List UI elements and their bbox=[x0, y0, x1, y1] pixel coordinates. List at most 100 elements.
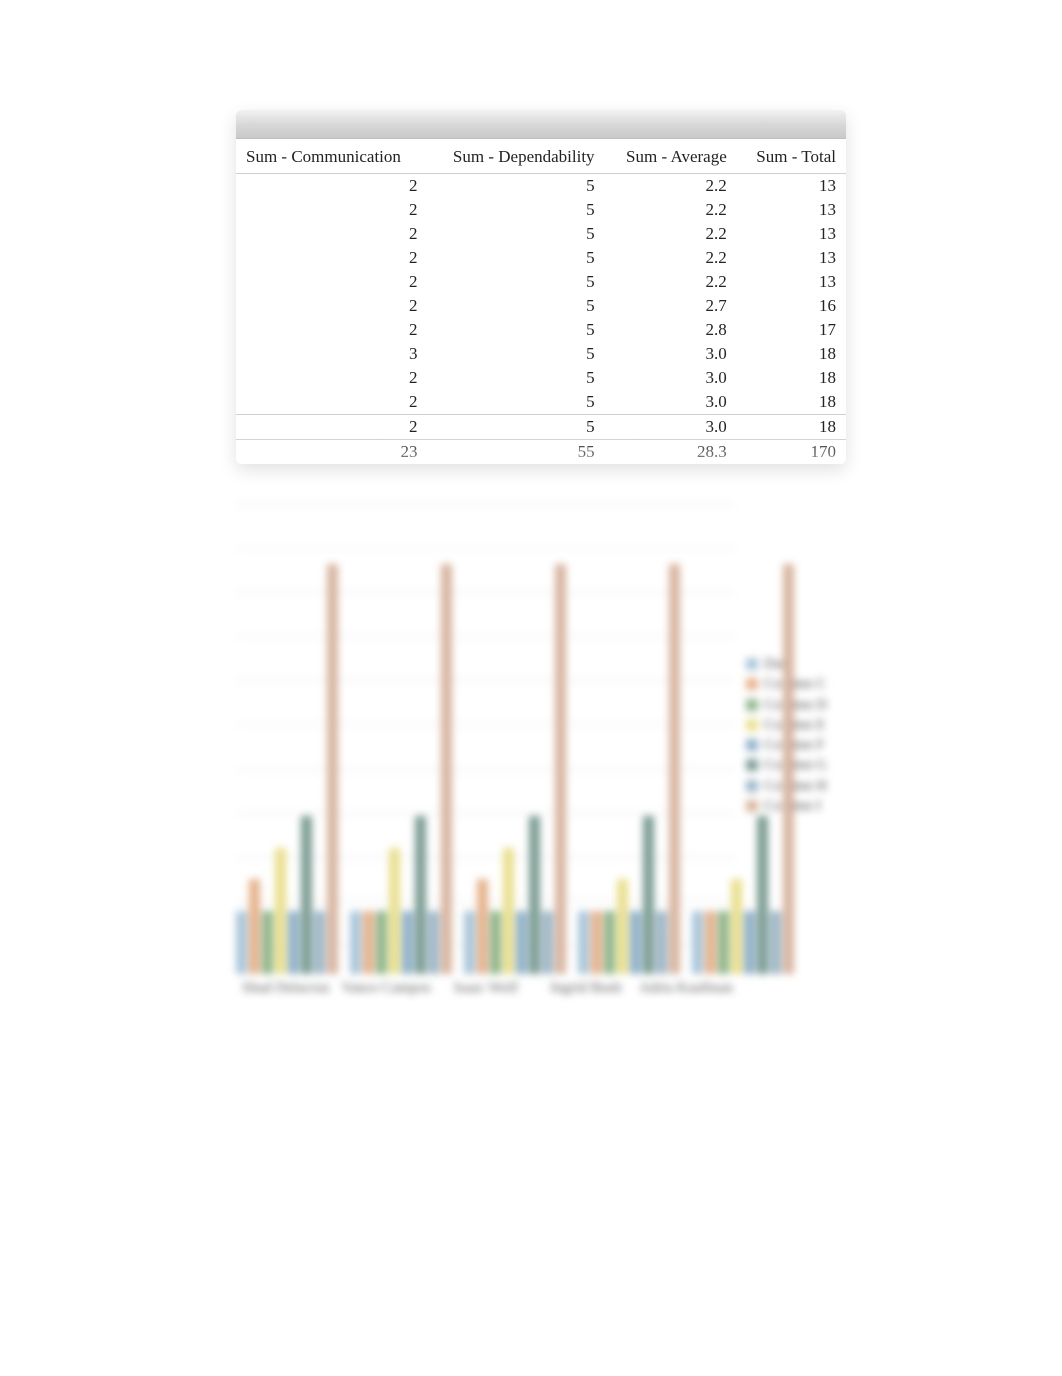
bar-chart: DataColumn CColumn DColumn EColumn FColu… bbox=[236, 504, 846, 974]
bar bbox=[363, 911, 374, 974]
table-cell: 2 bbox=[236, 246, 428, 270]
bar bbox=[591, 911, 602, 974]
bar bbox=[692, 911, 703, 974]
table-cell: 5 bbox=[428, 174, 605, 199]
bar bbox=[705, 911, 716, 974]
bar bbox=[604, 911, 615, 974]
bar bbox=[516, 911, 527, 974]
table-cell: 2.2 bbox=[605, 198, 737, 222]
table-cell: 2 bbox=[236, 222, 428, 246]
table-cell: 3.0 bbox=[605, 390, 737, 415]
table-cell: 3 bbox=[236, 342, 428, 366]
table-cell: 18 bbox=[737, 342, 846, 366]
x-tick-label: Adria Kaufman bbox=[636, 974, 736, 997]
bar bbox=[731, 879, 742, 974]
col-header: Sum - Total bbox=[737, 139, 846, 174]
table-row: 252.817 bbox=[236, 318, 846, 342]
table-row: 252.213 bbox=[236, 270, 846, 294]
bar bbox=[656, 911, 667, 974]
table-cell: 2 bbox=[236, 294, 428, 318]
table-cell: 13 bbox=[737, 270, 846, 294]
bar bbox=[236, 911, 247, 974]
table-cell: 17 bbox=[737, 318, 846, 342]
bar bbox=[262, 911, 273, 974]
table-cell: 2.7 bbox=[605, 294, 737, 318]
table-header-row: Sum - Communication Sum - Dependability … bbox=[236, 139, 846, 174]
table-cell: 13 bbox=[737, 246, 846, 270]
table-cell: 13 bbox=[737, 222, 846, 246]
x-tick-label: Ingrid Bush bbox=[536, 974, 636, 997]
table-cell: 13 bbox=[737, 174, 846, 199]
table-cell: 2.2 bbox=[605, 246, 737, 270]
bar bbox=[643, 816, 654, 974]
table-cell: 5 bbox=[428, 198, 605, 222]
bar bbox=[428, 911, 439, 974]
bar bbox=[402, 911, 413, 974]
table-row: 353.018 bbox=[236, 342, 846, 366]
bar bbox=[249, 879, 260, 974]
bar bbox=[301, 816, 312, 974]
table-cell: 2.2 bbox=[605, 174, 737, 199]
table-cell: 2 bbox=[236, 174, 428, 199]
table-cell: 5 bbox=[428, 342, 605, 366]
table-row: 253.018 bbox=[236, 390, 846, 415]
table-cell: 3.0 bbox=[605, 342, 737, 366]
bar bbox=[555, 564, 566, 974]
chart-x-axis: Shad DelacruzVance CamposIsaac WolfIngri… bbox=[236, 974, 846, 997]
table-cell: 18 bbox=[737, 390, 846, 415]
chart-card: DataColumn CColumn DColumn EColumn FColu… bbox=[236, 504, 846, 997]
bar bbox=[503, 848, 514, 974]
bar bbox=[376, 911, 387, 974]
table-cell: 5 bbox=[428, 294, 605, 318]
table-cell: 5 bbox=[428, 366, 605, 390]
bar bbox=[464, 911, 475, 974]
bar bbox=[529, 816, 540, 974]
table-cell: 5 bbox=[428, 222, 605, 246]
table-cell: 2 bbox=[236, 366, 428, 390]
table-cell: 2 bbox=[236, 318, 428, 342]
bar-group bbox=[464, 532, 566, 974]
bar-group bbox=[350, 532, 452, 974]
bar bbox=[477, 879, 488, 974]
bar-group bbox=[692, 532, 794, 974]
bar bbox=[275, 848, 286, 974]
x-tick-label: Vance Campos bbox=[336, 974, 436, 997]
col-header: Sum - Communication bbox=[236, 139, 428, 174]
bar bbox=[578, 911, 589, 974]
bar bbox=[288, 911, 299, 974]
table-cell: 16 bbox=[737, 294, 846, 318]
bar bbox=[630, 911, 641, 974]
bar bbox=[718, 911, 729, 974]
x-tick-label: Isaac Wolf bbox=[436, 974, 536, 997]
bar bbox=[669, 564, 680, 974]
table-row: 252.213 bbox=[236, 174, 846, 199]
bar-group bbox=[236, 532, 338, 974]
table-row: 253.018 bbox=[236, 366, 846, 390]
table-cell: 5 bbox=[428, 318, 605, 342]
table-topbar bbox=[236, 110, 846, 139]
table-cell: 2 bbox=[236, 390, 428, 415]
table-row: 252.213 bbox=[236, 222, 846, 246]
table-cell: 5 bbox=[428, 270, 605, 294]
bar bbox=[757, 816, 768, 974]
bar-group bbox=[578, 532, 680, 974]
bar bbox=[389, 848, 400, 974]
table-row: 252.213 bbox=[236, 246, 846, 270]
table-cell: 2.8 bbox=[605, 318, 737, 342]
table-cell: 5 bbox=[428, 390, 605, 415]
table-cell: 2.2 bbox=[605, 222, 737, 246]
bar bbox=[350, 911, 361, 974]
bar bbox=[415, 816, 426, 974]
col-header: Sum - Dependability bbox=[428, 139, 605, 174]
table-row: 252.716 bbox=[236, 294, 846, 318]
table-row: 252.213 bbox=[236, 198, 846, 222]
table-cell: 3.0 bbox=[605, 366, 737, 390]
table-cell: 18 bbox=[737, 366, 846, 390]
table-fade bbox=[236, 434, 846, 464]
bar bbox=[314, 911, 325, 974]
table-cell: 5 bbox=[428, 246, 605, 270]
bar bbox=[490, 911, 501, 974]
bar bbox=[542, 911, 553, 974]
table-cell: 2 bbox=[236, 198, 428, 222]
bar bbox=[783, 564, 794, 974]
